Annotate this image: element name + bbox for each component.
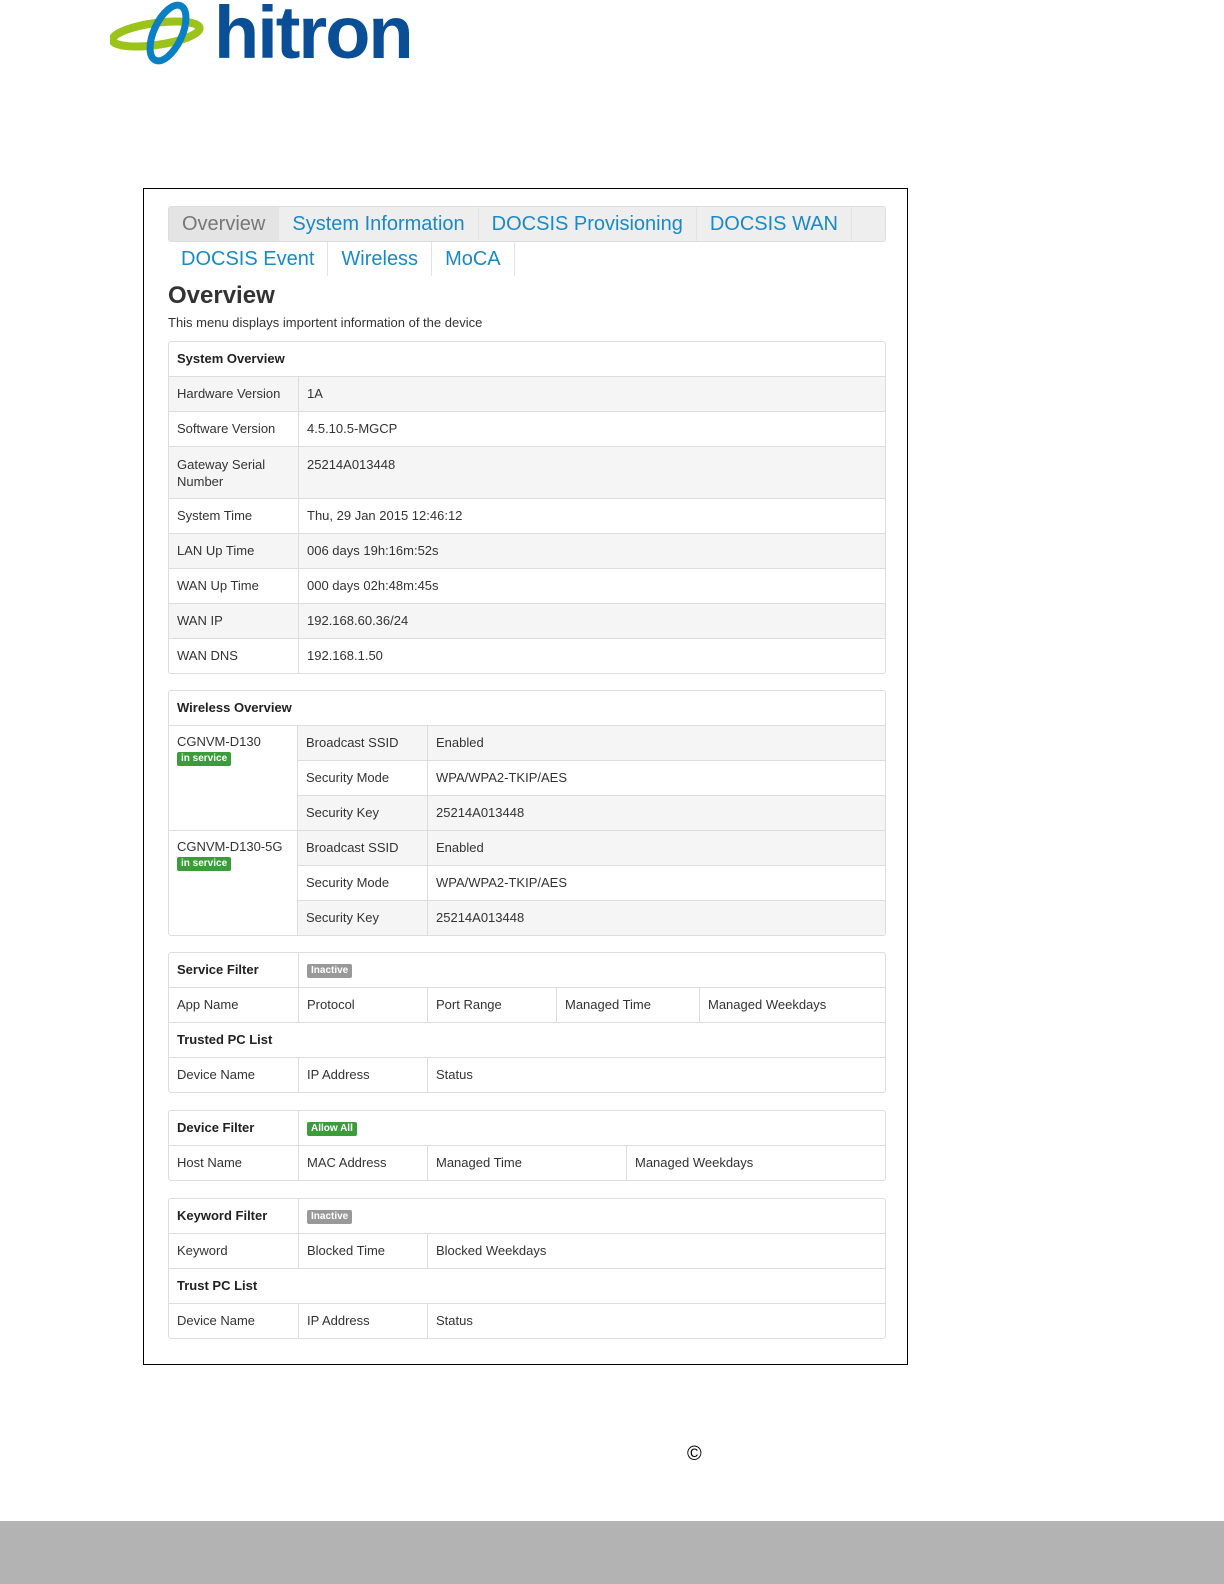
column-header: IP Address [298,1304,427,1338]
row-value: 25214A013448 [427,796,885,830]
row-label: Security Key [306,805,379,820]
row-value: 4.5.10.5-MGCP [298,412,885,446]
system-overview-panel: System Overview Hardware Version 1A Softw… [168,341,886,674]
section-header: Trust PC List [177,1278,258,1293]
row-value: 25214A013448 [427,901,885,935]
row-label: System Time [177,508,253,523]
column-header: Device Name [177,1067,256,1082]
row-value: WPA/WPA2-TKIP/AES [427,761,885,795]
status-badge: in service [177,856,232,871]
row-value: 000 days 02h:48m:45s [298,569,885,603]
row-label: Gateway Serial Number [177,457,266,489]
service-filter-panel: Service Filter Inactive App Name Protocol… [168,952,886,1093]
tab-moca[interactable]: MoCA [432,242,515,276]
row-label: Security Key [306,910,379,925]
tab-docsis-event[interactable]: DOCSIS Event [168,242,329,276]
panel-header: Wireless Overview [177,700,292,715]
row-label: Broadcast SSID [306,840,399,855]
column-header: Status [427,1304,885,1338]
network-name: CGNVM-D130 [177,734,261,749]
logo-text: hitron [214,0,414,74]
column-header: IP Address [298,1058,427,1092]
column-header: Device Name [177,1313,256,1328]
row-label: WAN DNS [177,648,238,663]
row-value: Enabled [427,726,885,760]
column-header: Port Range [427,988,556,1022]
panel-header: Device Filter [177,1120,255,1135]
column-header: MAC Address [298,1146,427,1180]
column-header: Protocol [298,988,427,1022]
row-value: 192.168.1.50 [298,639,885,673]
row-value: Enabled [427,831,885,865]
status-badge: Inactive [307,1209,353,1224]
row-label: Security Mode [306,770,390,785]
wireless-overview-panel: Wireless Overview CGNVM-D130 in service … [168,690,886,936]
tab-wireless[interactable]: Wireless [328,242,433,276]
column-header: Blocked Weekdays [427,1234,885,1268]
tab-overview[interactable]: Overview [169,207,280,241]
row-value: Thu, 29 Jan 2015 12:46:12 [298,499,885,533]
column-header: Managed Time [427,1146,626,1180]
column-header: Status [427,1058,885,1092]
section-header: Trusted PC List [177,1032,273,1047]
column-header: App Name [177,997,239,1012]
screenshot-frame: Overview System Information DOCSIS Provi… [143,188,908,1365]
row-value: 192.168.60.36/24 [298,604,885,638]
row-label: Hardware Version [177,386,281,401]
row-value: 006 days 19h:16m:52s [298,534,885,568]
panel-header: Keyword Filter [177,1208,268,1223]
hitron-logo-mark [108,1,204,65]
row-value: 25214A013448 [298,447,885,498]
tab-docsis-provisioning[interactable]: DOCSIS Provisioning [479,207,697,241]
row-label: Broadcast SSID [306,735,399,750]
panel-header: System Overview [177,351,285,366]
keyword-filter-panel: Keyword Filter Inactive Keyword Blocked T… [168,1198,886,1339]
row-label: Security Mode [306,875,390,890]
row-label: LAN Up Time [177,543,255,558]
status-badge: in service [177,751,232,766]
hitron-logo: hitron [108,0,430,74]
page-subtitle: This menu displays importent information… [168,315,483,330]
row-value: WPA/WPA2-TKIP/AES [427,866,885,900]
tab-system-information[interactable]: System Information [279,207,479,241]
column-header: Managed Weekdays [626,1146,885,1180]
status-badge: Allow All [307,1121,357,1136]
network-name: CGNVM-D130-5G [177,839,283,854]
column-header: Host Name [177,1155,243,1170]
row-label: WAN Up Time [177,578,259,593]
row-label: WAN IP [177,613,223,628]
column-header: Managed Time [556,988,699,1022]
tab-bar: Overview System Information DOCSIS Provi… [168,206,886,276]
page-title: Overview [168,282,275,309]
device-filter-panel: Device Filter Allow All Host Name MAC Add… [168,1110,886,1181]
network-cgnvm-d130-5g: CGNVM-D130-5G in service [169,831,298,935]
status-badge: Inactive [307,963,353,978]
network-cgnvm-d130: CGNVM-D130 in service [169,726,298,830]
column-header: Managed Weekdays [699,988,885,1022]
column-header: Keyword [177,1243,228,1258]
tab-docsis-wan[interactable]: DOCSIS WAN [697,207,852,241]
copyright-symbol: © [687,1443,702,1465]
footer-bar [0,1521,1224,1584]
column-header: Blocked Time [298,1234,427,1268]
row-value: 1A [298,377,885,411]
row-label: Software Version [177,421,276,436]
panel-header: Service Filter [177,962,259,977]
